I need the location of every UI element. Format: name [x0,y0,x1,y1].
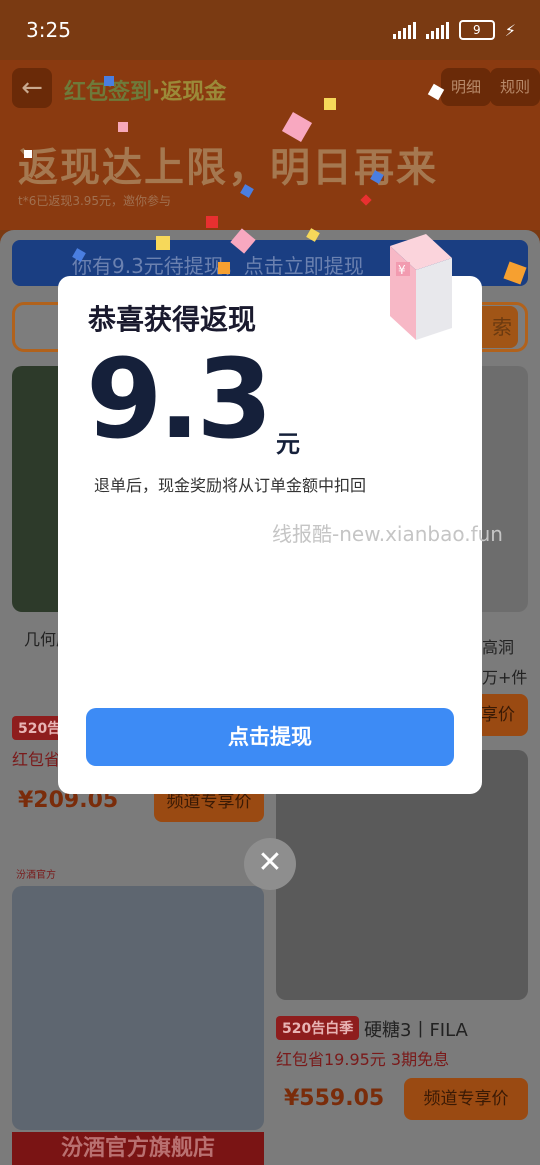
modal-title: 恭喜获得返现 [88,303,257,336]
card2-sales: 万+件 [482,668,528,687]
confetti-piece [156,236,170,250]
card3-brand: 汾酒官方 [16,870,56,881]
subline: t*6已返现3.95元，邀你参与 [18,194,172,208]
title-accent: 返现金 [160,80,227,105]
close-icon: ✕ [257,845,283,880]
confetti-piece [24,150,32,158]
rules-button[interactable]: 规则 [490,68,540,106]
card4-title: 硬糖3丨FILA [364,1020,468,1041]
page-header: ← 红包签到·返现金 明细 规则 返现达上限，明日再来 t*6已返现3.95元，… [0,60,540,230]
arrow-left-icon: ← [21,73,43,103]
card2-title: 高洞 [482,638,515,657]
confetti-piece [324,98,336,110]
detail-button[interactable]: 明细 [441,68,492,106]
close-button[interactable]: ✕ [244,838,296,890]
headline: 返现达上限，明日再来 [18,145,438,191]
status-time: 3:25 [26,18,71,42]
watermark: 线报酷-new.xianbao.fun [272,522,503,546]
card4-subtitle: 红包省19.95元 3期免息 [276,1050,450,1069]
page-title: 红包签到·返现金 [64,74,226,106]
battery-icon: 9 [458,20,495,40]
signal-icon-2 [425,21,449,39]
signal-icon [392,21,416,39]
confetti-piece [206,216,218,228]
confetti-piece [118,122,128,132]
card4-price: ¥559.05 [284,1086,385,1111]
charging-icon: ⚡ [504,20,516,40]
withdraw-button[interactable]: 点击提现 [86,708,454,766]
status-icons: 9 ⚡ [392,20,516,40]
modal-note: 退单后，现金奖励将从订单金额中扣回 [94,476,367,495]
status-bar: 3:25 9 ⚡ [0,0,540,60]
card4-tag: 520告白季 [276,1016,360,1040]
confetti-piece [104,76,114,86]
cashback-amount: 9.3 [86,335,273,463]
screen: 3:25 9 ⚡ ← 红包签到·返现金 明细 规则 返现达上限，明日再来 t*6… [0,0,540,1165]
confetti-piece [218,262,230,274]
card4-deal-button[interactable]: 频道专享价 [404,1078,528,1120]
product-image-3[interactable] [12,886,264,1130]
card3-footer: 汾酒官方旗舰店 [12,1132,264,1165]
svg-text:¥: ¥ [398,263,406,277]
amount-unit: 元 [276,430,300,458]
card1-subtitle: 红包省 [12,750,61,769]
back-button[interactable]: ← [12,68,52,108]
gift-box-icon: ¥ [390,234,452,340]
